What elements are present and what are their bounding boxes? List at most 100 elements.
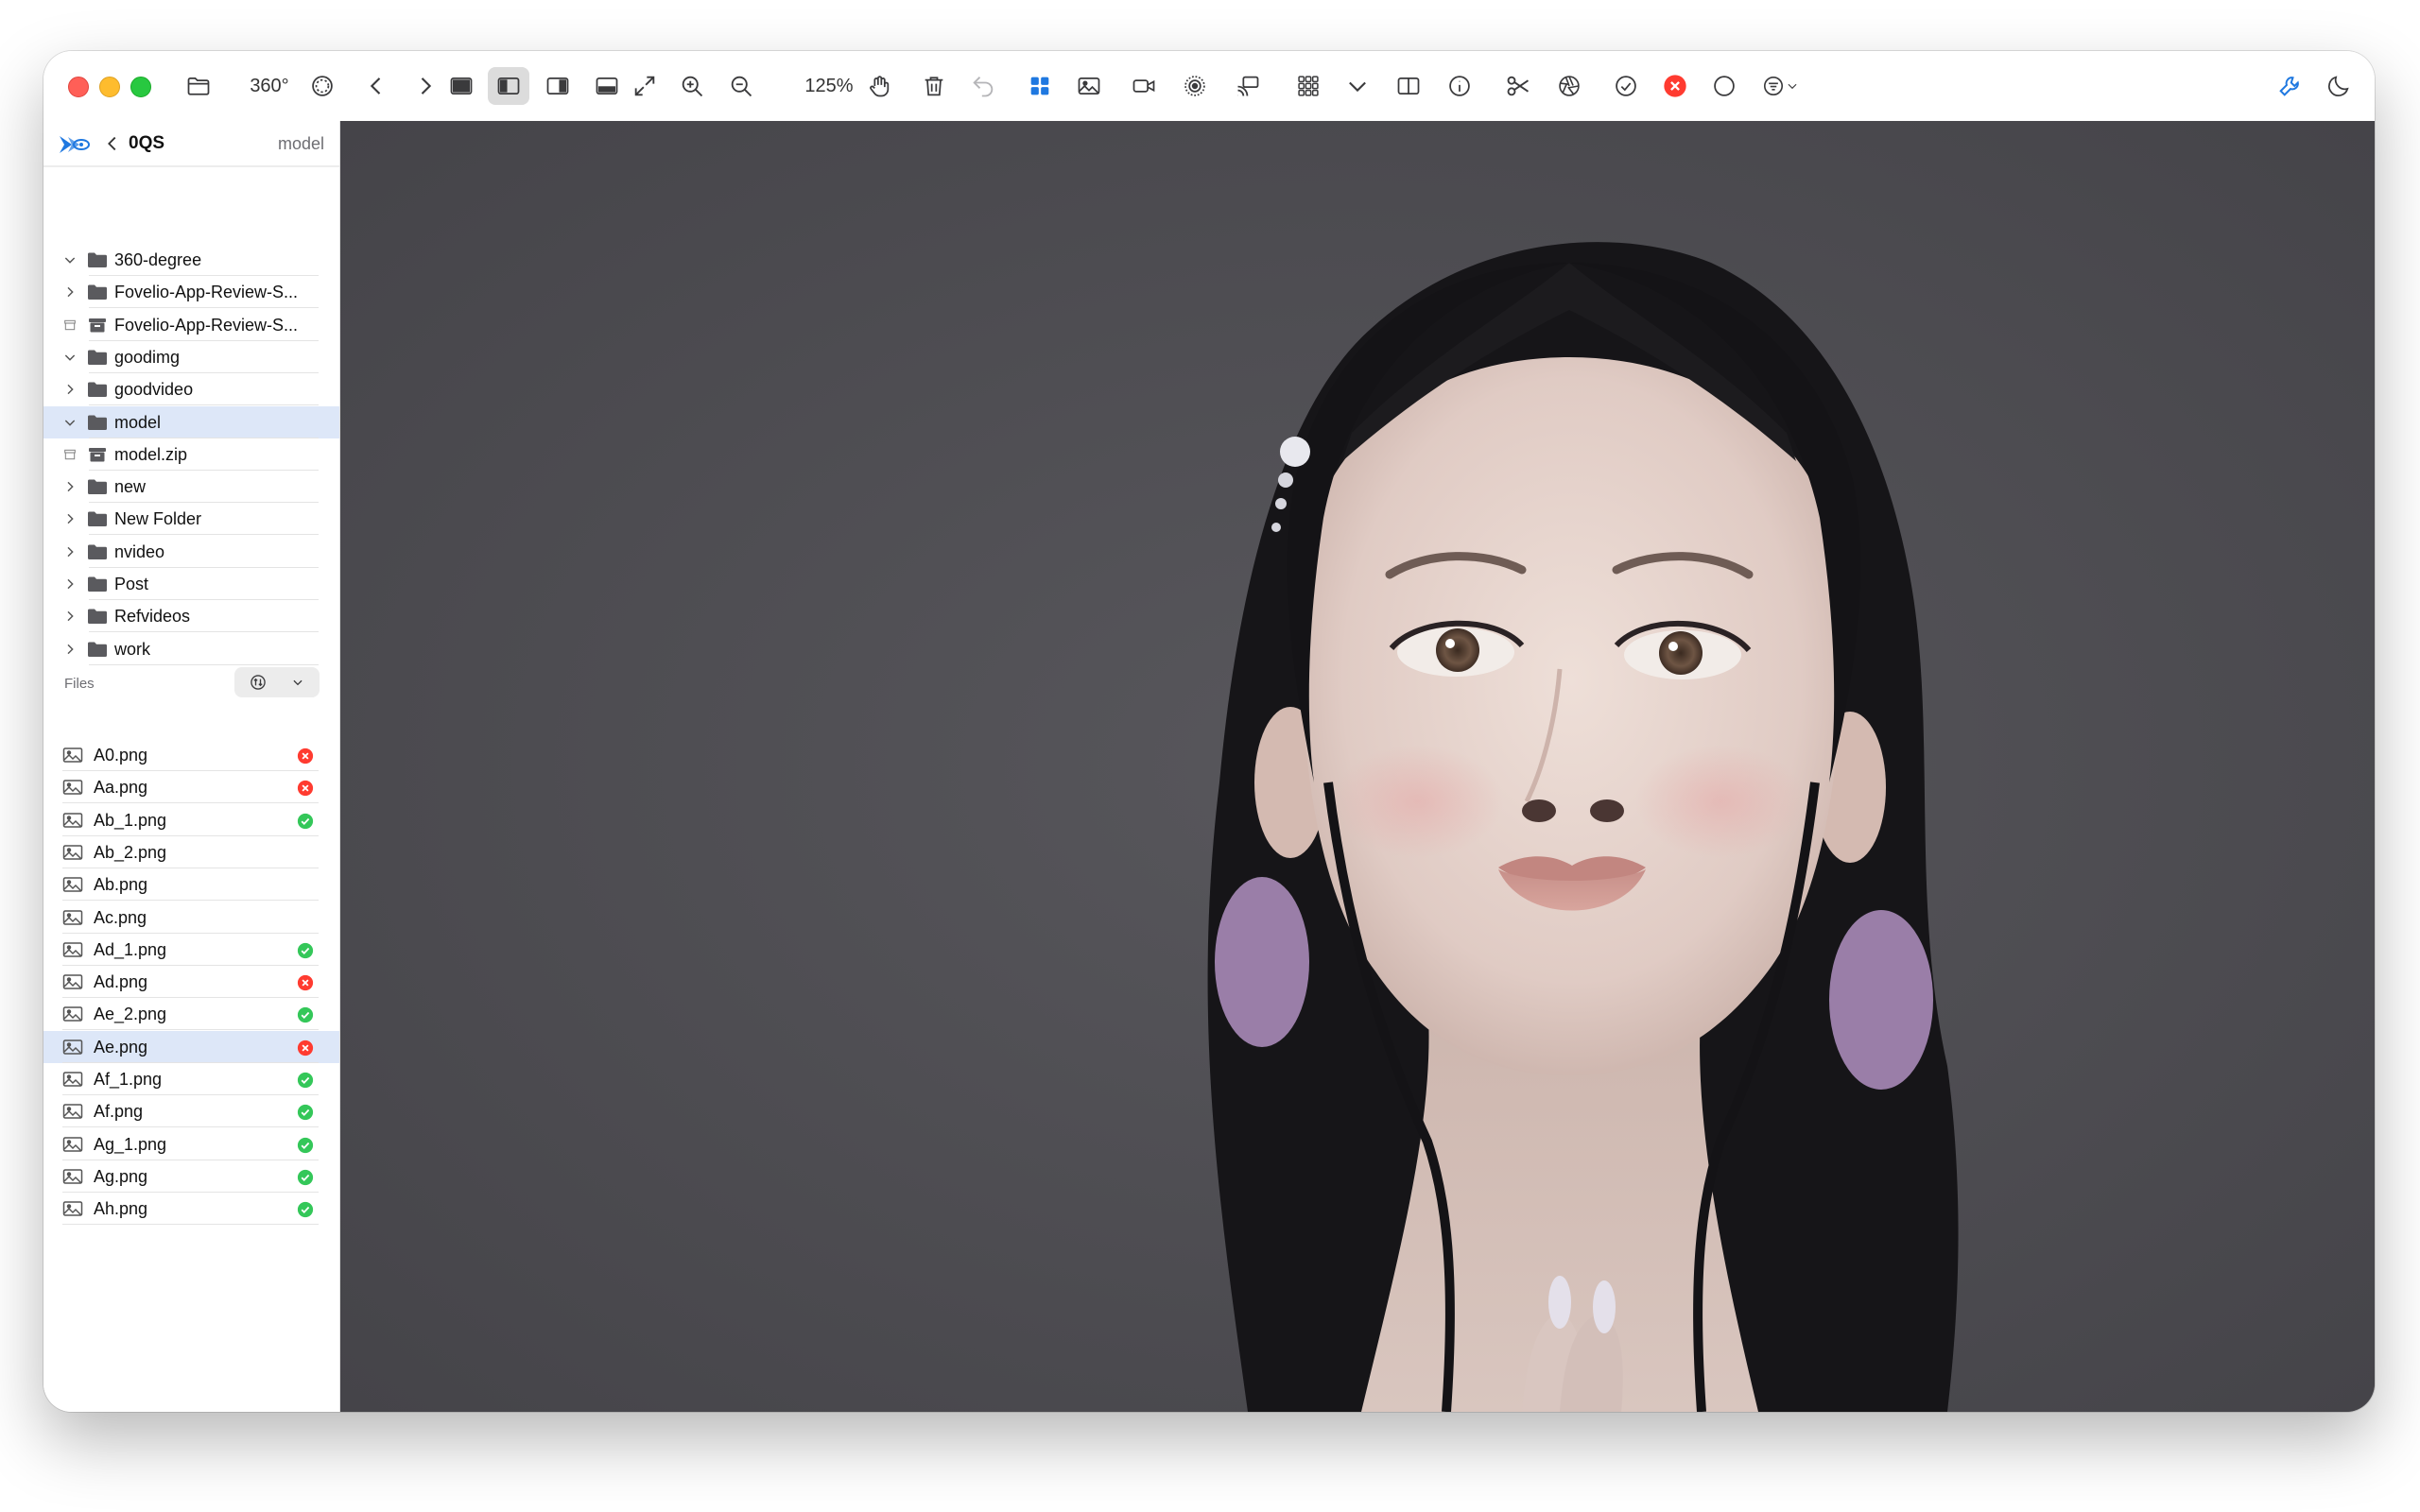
fullscreen-button[interactable]	[626, 67, 664, 105]
info-button[interactable]	[1441, 67, 1478, 105]
folder-row[interactable]: Post	[43, 568, 339, 600]
file-row[interactable]: Ag.png	[43, 1160, 339, 1193]
file-name: Ac.png	[94, 907, 147, 927]
accepted-check-icon[interactable]	[297, 1072, 314, 1089]
folder-row[interactable]: new	[43, 471, 339, 504]
view-360-button[interactable]: 360°	[239, 67, 300, 105]
file-row[interactable]: Af_1.png	[43, 1063, 339, 1095]
accepted-check-icon[interactable]	[297, 1201, 314, 1218]
minimize-window-button[interactable]	[99, 77, 120, 97]
layout-inspector-button[interactable]	[539, 67, 577, 105]
cast-button[interactable]	[1229, 67, 1267, 105]
images-filter-button[interactable]	[1070, 67, 1108, 105]
live-photo-button[interactable]	[1176, 67, 1214, 105]
chevron-down-icon[interactable]	[62, 415, 78, 430]
reject-button[interactable]	[1656, 67, 1694, 105]
folder-row[interactable]: Fovelio-App-Review-S...	[43, 309, 339, 341]
chevron-right-icon[interactable]	[62, 511, 78, 526]
file-row[interactable]: Ah.png	[43, 1193, 339, 1226]
folder-row[interactable]: work	[43, 633, 339, 665]
accepted-check-icon[interactable]	[297, 942, 314, 959]
image-viewer[interactable]	[340, 121, 2375, 1412]
layout-filmstrip-button[interactable]	[588, 67, 626, 105]
expand-arrows-icon	[634, 76, 655, 96]
previous-button[interactable]	[359, 67, 393, 105]
back-button[interactable]	[102, 133, 123, 154]
file-row[interactable]: Ac.png	[43, 902, 339, 934]
folder-row[interactable]: model.zip	[43, 438, 339, 471]
chevron-down-icon[interactable]	[62, 350, 78, 365]
bottom-panel-icon	[596, 77, 618, 95]
videos-filter-button[interactable]	[1125, 67, 1163, 105]
image-file-icon	[62, 1071, 83, 1088]
folder-name: nvideo	[114, 541, 165, 561]
slideshow-button[interactable]	[305, 67, 339, 105]
folder-row[interactable]: model	[43, 405, 339, 438]
rejected-x-icon[interactable]	[297, 1040, 314, 1057]
accepted-check-icon[interactable]	[297, 1104, 314, 1121]
chevron-right-icon[interactable]	[62, 642, 78, 657]
folder-row[interactable]: 360-degree	[43, 244, 339, 276]
chevron-right-icon[interactable]	[62, 544, 78, 559]
layout-single-button[interactable]	[442, 67, 480, 105]
split-view-icon	[1397, 77, 1420, 95]
unmark-button[interactable]	[1705, 67, 1743, 105]
folder-icon	[87, 349, 108, 366]
file-row[interactable]: Ab_1.png	[43, 804, 339, 836]
zoom-in-button[interactable]	[673, 67, 711, 105]
accepted-check-icon[interactable]	[297, 1137, 314, 1154]
undo-button[interactable]	[964, 67, 1002, 105]
accepted-check-icon[interactable]	[297, 1169, 314, 1186]
accepted-check-icon[interactable]	[297, 813, 314, 830]
file-row[interactable]: Ad.png	[43, 966, 339, 999]
chevron-right-icon[interactable]	[62, 382, 78, 397]
file-row[interactable]: Ag_1.png	[43, 1128, 339, 1160]
chevron-down-icon[interactable]	[62, 252, 78, 267]
pan-tool-button[interactable]	[860, 67, 898, 105]
grid-view-button[interactable]	[1021, 67, 1059, 105]
close-window-button[interactable]	[68, 77, 89, 97]
folder-name: Refvideos	[114, 607, 191, 627]
chevron-right-icon[interactable]	[62, 284, 78, 300]
folder-row[interactable]: goodvideo	[43, 373, 339, 406]
zoom-out-button[interactable]	[722, 67, 760, 105]
zoom-window-button[interactable]	[130, 77, 151, 97]
tools-button[interactable]	[2271, 67, 2308, 105]
layout-sidebar-button[interactable]	[488, 67, 529, 105]
file-row[interactable]: Af.png	[43, 1095, 339, 1128]
rejected-x-icon[interactable]	[297, 974, 314, 991]
file-row[interactable]: Ae_2.png	[43, 998, 339, 1031]
chevron-right-icon[interactable]	[62, 576, 78, 592]
thumbnail-grid-button[interactable]	[1289, 67, 1327, 105]
file-row[interactable]: Aa.png	[43, 771, 339, 804]
rejected-x-icon[interactable]	[297, 747, 314, 765]
chevron-left-icon	[370, 77, 381, 94]
folder-row[interactable]: goodimg	[43, 341, 339, 373]
aperture-button[interactable]	[1550, 67, 1588, 105]
more-options-dropdown[interactable]	[1339, 67, 1376, 105]
sidebar: 0QS model 360-degree Fovelio-App-Review-S…	[43, 121, 340, 1412]
filter-menu-button[interactable]	[1754, 67, 1806, 105]
folder-row[interactable]: nvideo	[43, 536, 339, 568]
chevron-right-icon[interactable]	[62, 609, 78, 624]
cut-button[interactable]	[1499, 67, 1537, 105]
file-row[interactable]: Ab_2.png	[43, 836, 339, 868]
file-row[interactable]: Ae.png	[43, 1030, 339, 1063]
folder-row[interactable]: Fovelio-App-Review-S...	[43, 276, 339, 309]
open-folder-button[interactable]	[182, 67, 216, 105]
sort-control[interactable]	[234, 667, 320, 697]
folder-row[interactable]: New Folder	[43, 503, 339, 536]
delete-button[interactable]	[915, 67, 953, 105]
next-button[interactable]	[408, 67, 442, 105]
rejected-x-icon[interactable]	[297, 780, 314, 797]
accept-button[interactable]	[1607, 67, 1645, 105]
file-row[interactable]: Ad_1.png	[43, 934, 339, 966]
accepted-check-icon[interactable]	[297, 1006, 314, 1023]
dark-mode-button[interactable]	[2320, 67, 2358, 105]
folder-row[interactable]: Refvideos	[43, 600, 339, 633]
file-row[interactable]: Ab.png	[43, 868, 339, 902]
chevron-right-icon[interactable]	[62, 479, 78, 494]
compare-button[interactable]	[1390, 67, 1427, 105]
file-row[interactable]: A0.png	[43, 739, 339, 771]
zoom-level[interactable]: 125%	[798, 67, 860, 105]
